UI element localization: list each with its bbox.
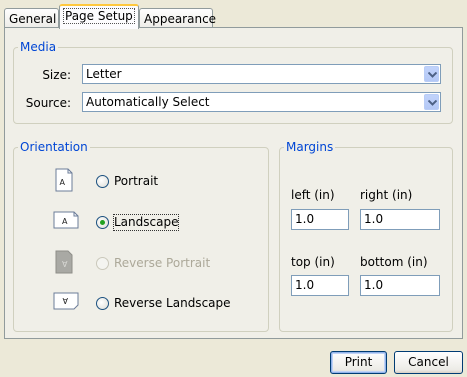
tab-appearance[interactable]: Appearance bbox=[139, 8, 217, 29]
page-setup-panel: Media Size: Letter Source: Automatically… bbox=[4, 27, 463, 339]
tab-page-setup[interactable]: Page Setup bbox=[59, 4, 139, 29]
chevron-down-icon bbox=[428, 100, 437, 106]
size-label: Size: bbox=[42, 68, 71, 82]
svg-text:A: A bbox=[62, 217, 68, 226]
tab-page-setup-label: Page Setup bbox=[63, 8, 135, 24]
svg-text:A: A bbox=[60, 178, 66, 187]
size-select[interactable]: Letter bbox=[82, 64, 441, 84]
source-label: Source: bbox=[25, 96, 71, 110]
margins-group: Margins bbox=[279, 140, 453, 332]
reverse-portrait-label[interactable]: Reverse Portrait bbox=[114, 256, 210, 271]
tab-general-label: General bbox=[9, 12, 57, 26]
svg-text:A: A bbox=[62, 296, 68, 305]
bottom-margin-label: bottom (in) bbox=[360, 255, 428, 269]
chevron-down-icon bbox=[428, 72, 437, 78]
svg-text:A: A bbox=[62, 259, 68, 268]
reverse-portrait-page-icon: A bbox=[55, 250, 73, 274]
portrait-radio[interactable] bbox=[96, 175, 109, 188]
portrait-page-icon: A bbox=[55, 168, 73, 192]
source-dropdown-button[interactable] bbox=[424, 94, 439, 110]
orientation-legend: Orientation bbox=[20, 140, 88, 154]
portrait-label[interactable]: Portrait bbox=[114, 174, 158, 189]
reverse-landscape-page-icon: A bbox=[53, 292, 79, 310]
reverse-landscape-label[interactable]: Reverse Landscape bbox=[114, 296, 231, 311]
landscape-page-icon: A bbox=[53, 211, 79, 229]
size-select-value: Letter bbox=[86, 67, 122, 81]
media-legend: Media bbox=[20, 40, 57, 54]
tab-general[interactable]: General bbox=[4, 8, 59, 29]
top-margin-label: top (in) bbox=[291, 255, 335, 269]
landscape-radio[interactable] bbox=[96, 216, 109, 229]
landscape-label[interactable]: Landscape bbox=[112, 214, 180, 231]
bottom-margin-input[interactable]: 1.0 bbox=[360, 275, 440, 296]
reverse-landscape-radio[interactable] bbox=[96, 297, 109, 310]
tab-appearance-label: Appearance bbox=[144, 12, 217, 26]
left-margin-input[interactable]: 1.0 bbox=[291, 209, 349, 230]
right-margin-input[interactable]: 1.0 bbox=[360, 209, 440, 230]
reverse-portrait-radio[interactable] bbox=[96, 257, 109, 270]
top-margin-input[interactable]: 1.0 bbox=[291, 275, 349, 296]
print-button[interactable]: Print bbox=[330, 351, 387, 374]
source-select[interactable]: Automatically Select bbox=[82, 92, 441, 112]
size-dropdown-button[interactable] bbox=[424, 66, 439, 82]
cancel-button[interactable]: Cancel bbox=[394, 351, 463, 374]
source-select-value: Automatically Select bbox=[86, 95, 210, 109]
right-margin-label: right (in) bbox=[360, 188, 413, 202]
margins-legend: Margins bbox=[286, 140, 334, 154]
left-margin-label: left (in) bbox=[291, 188, 335, 202]
